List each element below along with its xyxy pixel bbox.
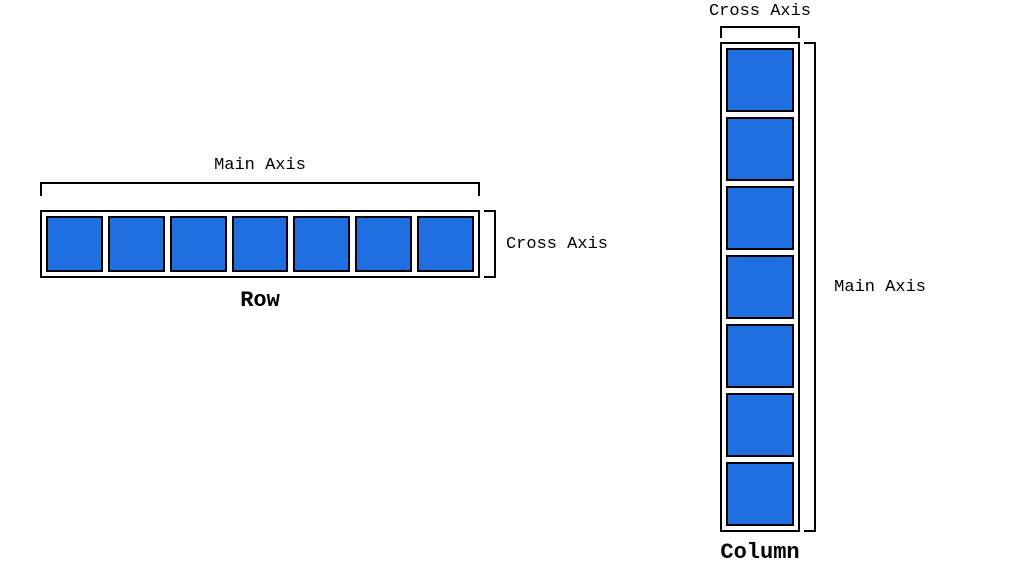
row-item <box>46 216 103 272</box>
row-cross-axis-label: Cross Axis <box>506 210 608 278</box>
row-item <box>108 216 165 272</box>
column-diagram: Cross Axis Main Axis Column <box>720 42 800 532</box>
column-item <box>726 393 794 457</box>
row-item <box>417 216 474 272</box>
column-item <box>726 324 794 388</box>
row-title: Row <box>40 288 480 313</box>
row-diagram: Main Axis Cross Axis Row <box>40 210 480 278</box>
row-main-axis-bracket <box>40 182 480 196</box>
column-item <box>726 117 794 181</box>
column-title: Column <box>710 540 810 565</box>
column-cross-axis-bracket <box>720 26 800 38</box>
column-main-axis-label: Main Axis <box>834 42 926 532</box>
column-flex-container <box>720 42 800 532</box>
row-item <box>232 216 289 272</box>
column-item <box>726 462 794 526</box>
column-cross-axis-label: Cross Axis <box>700 2 820 21</box>
column-item <box>726 48 794 112</box>
column-item <box>726 255 794 319</box>
row-cross-axis-bracket <box>484 210 496 278</box>
row-flex-container <box>40 210 480 278</box>
column-item <box>726 186 794 250</box>
row-item <box>293 216 350 272</box>
row-item <box>355 216 412 272</box>
row-main-axis-label: Main Axis <box>40 156 480 175</box>
row-item <box>170 216 227 272</box>
column-main-axis-bracket <box>804 42 816 532</box>
